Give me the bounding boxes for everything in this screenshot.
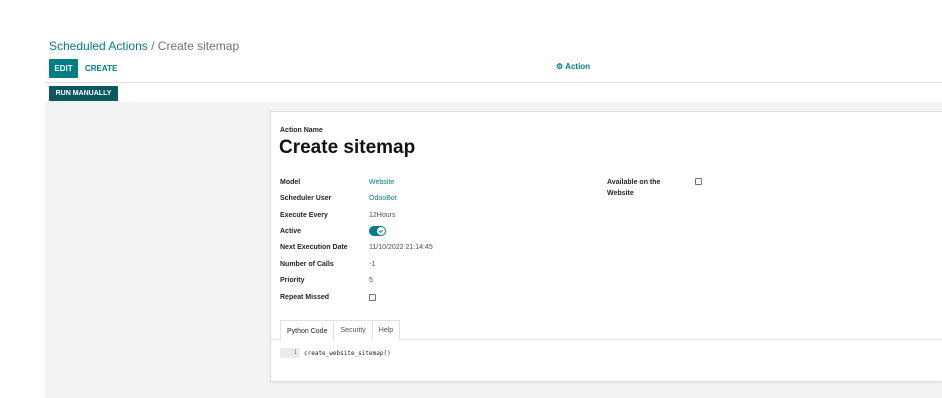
field-next-execution: Next Execution Date 11/10/2022 21:14:45 (280, 241, 433, 253)
tab-python-code[interactable]: Python Code (280, 320, 335, 341)
available-on-website-label-line2: Website (607, 190, 634, 197)
control-panel-divider (45, 82, 942, 83)
breadcrumb-current: Create sitemap (157, 39, 240, 53)
code-text: create_website_sitemap() (304, 349, 391, 357)
field-execute-every-value: 12Hours (369, 211, 396, 219)
code-editor[interactable]: 1 create_website_sitemap() (280, 348, 391, 358)
field-number-of-calls: Number of Calls -1 (280, 258, 375, 270)
tab-help[interactable]: Help (371, 320, 401, 340)
breadcrumb-separator: / (151, 39, 155, 53)
action-dropdown-label: Action (565, 62, 591, 71)
check-icon (377, 227, 385, 235)
repeat-missed-checkbox[interactable] (369, 293, 376, 301)
field-model-label: Model (280, 178, 301, 186)
field-repeat-missed: Repeat Missed (280, 291, 376, 303)
field-model-link[interactable]: Website (369, 179, 394, 186)
form-sheet: Action Name Create sitemap Model Website… (270, 111, 942, 382)
field-priority: Priority 5 (280, 274, 373, 286)
available-on-website-checkbox[interactable] (695, 178, 702, 185)
field-execute-every: Execute Every 12Hours (280, 209, 395, 221)
available-on-website-label: Available on the Website (607, 177, 677, 199)
code-line-number: 1 (280, 348, 300, 358)
field-number-of-calls-label: Number of Calls (280, 260, 334, 268)
available-on-website-label-line1: Available on the (607, 179, 661, 186)
run-manually-button[interactable]: RUN MANUALLY (49, 86, 118, 101)
field-model: Model Website (280, 176, 394, 188)
tab-security[interactable]: Security (333, 320, 373, 340)
notebook-tabs: Python Code Security Help (280, 320, 401, 341)
action-dropdown[interactable]: ⚙ Action (556, 62, 590, 71)
action-name-field: Create sitemap (279, 137, 416, 158)
create-button[interactable]: CREATE (85, 59, 117, 78)
active-toggle[interactable] (369, 226, 386, 236)
edit-button[interactable]: EDIT (49, 59, 78, 78)
breadcrumb-scheduled-actions-link[interactable]: Scheduled Actions (49, 39, 148, 53)
field-next-execution-value: 11/10/2022 21:14:45 (369, 243, 433, 251)
field-execute-every-label: Execute Every (280, 211, 328, 219)
gear-icon: ⚙ (556, 62, 564, 71)
field-next-execution-label: Next Execution Date (280, 243, 348, 251)
field-scheduler-user-link[interactable]: OdooBot (369, 195, 397, 202)
breadcrumb: Scheduled Actions / Create sitemap (49, 39, 239, 53)
field-number-of-calls-value: -1 (369, 260, 376, 268)
action-name-label: Action Name (280, 127, 323, 134)
field-priority-value: 5 (369, 276, 373, 284)
field-scheduler-user-label: Scheduler User (280, 194, 332, 202)
field-repeat-missed-label: Repeat Missed (280, 293, 330, 301)
field-active-label: Active (280, 227, 302, 235)
field-scheduler-user: Scheduler User OdooBot (280, 192, 397, 204)
field-priority-label: Priority (280, 276, 305, 284)
field-active: Active (280, 225, 386, 237)
